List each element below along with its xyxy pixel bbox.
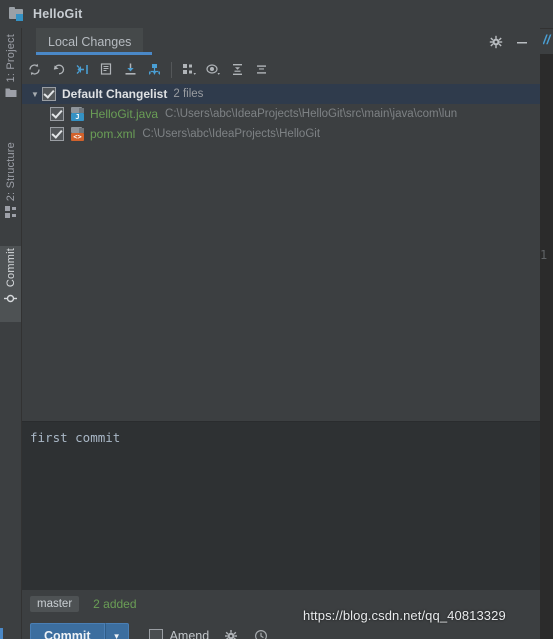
commit-button-label-after: t <box>86 629 91 639</box>
shelve-icon[interactable] <box>70 58 94 82</box>
changelist-file-count: 2 files <box>173 88 204 100</box>
preview-diff-icon[interactable] <box>201 58 225 82</box>
window-title: HelloGit <box>33 7 83 21</box>
java-file-icon-glyph: J <box>71 113 84 121</box>
changelist-name: Default Changelist <box>62 87 168 101</box>
branch-badge[interactable]: master <box>30 596 80 612</box>
file-path: C:\Users\abc\IdeaProjects\HelloGit\src\m… <box>165 108 458 120</box>
editor-tab-glyph: // <box>543 32 551 47</box>
title-bar: HelloGit <box>0 0 553 29</box>
changelist-checkbox[interactable] <box>42 87 56 101</box>
left-edge-accent <box>0 628 3 639</box>
chevron-down-icon[interactable]: ▼ <box>28 84 42 104</box>
sidebar-item-structure-label: 2: Structure <box>4 142 17 202</box>
java-file-icon: J <box>70 106 86 122</box>
move-to-changelist-icon[interactable] <box>142 58 166 82</box>
folder-icon <box>5 87 17 98</box>
file-checkbox[interactable] <box>50 127 64 141</box>
settings-gear-icon[interactable] <box>488 34 504 50</box>
sidebar-item-commit[interactable]: Commit <box>0 246 21 322</box>
file-row-pom-xml[interactable]: <> pom.xml C:\Users\abc\IdeaProjects\Hel… <box>22 124 540 144</box>
file-path: C:\Users\abc\IdeaProjects\HelloGit <box>142 128 321 140</box>
sidebar-item-project[interactable]: 1: Project <box>0 32 21 110</box>
sidebar-item-commit-label: Commit <box>4 248 17 288</box>
sidebar-item-structure[interactable]: 2: Structure <box>0 140 21 234</box>
xml-file-icon-glyph: <> <box>71 133 84 141</box>
file-name: pom.xml <box>90 127 136 141</box>
commit-dropdown-button[interactable]: ▼ <box>104 623 129 639</box>
refresh-icon[interactable] <box>22 58 46 82</box>
watermark-text: https://blog.csdn.net/qq_40813329 <box>303 608 506 623</box>
file-row-helloGit-java[interactable]: J HelloGit.java C:\Users\abc\IdeaProject… <box>22 104 540 124</box>
project-folder-icon <box>9 6 25 22</box>
group-by-icon[interactable] <box>177 58 201 82</box>
commit-message-area[interactable]: first commit <box>22 421 540 590</box>
commit-message-input[interactable]: first commit <box>30 430 120 445</box>
commit-button[interactable]: Comm i t <box>30 623 105 639</box>
diff-icon[interactable] <box>94 58 118 82</box>
rollback-icon[interactable] <box>46 58 70 82</box>
changes-toolbar <box>22 55 540 85</box>
minimize-icon[interactable] <box>514 34 530 50</box>
changelist-row[interactable]: ▼ Default Changelist 2 files <box>22 84 540 104</box>
update-icon[interactable] <box>118 58 142 82</box>
left-tool-window-bar: 1: Project 2: Structure Commit <box>0 28 22 639</box>
toolbar-separator <box>171 61 172 78</box>
tab-local-changes-label: Local Changes <box>48 34 132 49</box>
commit-history-clock-icon[interactable] <box>253 628 269 639</box>
sidebar-item-project-label: 1: Project <box>4 34 17 83</box>
editor-line-number: 1 <box>540 248 548 262</box>
panel-tab-bar: Local Changes <box>22 28 540 56</box>
tab-local-changes[interactable]: Local Changes <box>36 28 144 55</box>
file-name: HelloGit.java <box>90 107 159 121</box>
collapse-all-icon[interactable] <box>249 58 273 82</box>
panel-header-actions <box>488 28 536 55</box>
structure-icon <box>4 206 17 219</box>
commit-tool-window: Local Changes ▼ Default Changelist 2 fil… <box>22 28 540 639</box>
commit-button-label-before: Comm <box>44 629 83 639</box>
xml-file-icon: <> <box>70 126 86 142</box>
amend-option[interactable]: Amend <box>148 629 210 639</box>
intellij-idea-window: // 1 HelloGit 1: Project 2: Structure Co… <box>0 0 553 639</box>
changes-tree[interactable]: ▼ Default Changelist 2 files J HelloGit.… <box>22 84 540 421</box>
file-checkbox[interactable] <box>50 107 64 121</box>
changes-summary: 2 added <box>93 597 137 611</box>
editor-background <box>540 28 553 639</box>
commit-options-gear-icon[interactable] <box>223 628 239 639</box>
expand-all-icon[interactable] <box>225 58 249 82</box>
amend-checkbox[interactable] <box>148 629 163 639</box>
commit-icon <box>4 292 17 305</box>
amend-label: Amend <box>169 629 210 639</box>
